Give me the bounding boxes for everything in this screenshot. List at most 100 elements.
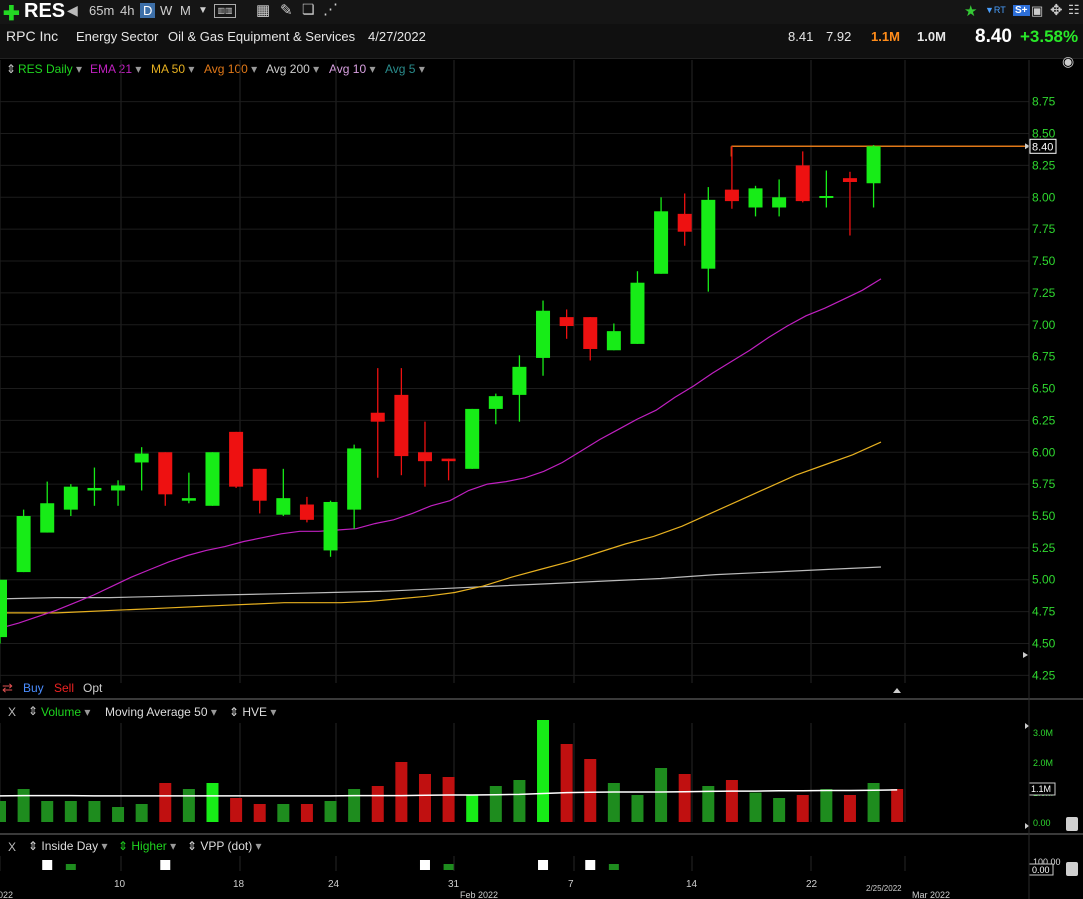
candle-body-28	[654, 211, 669, 274]
volume-bar-2	[41, 801, 54, 822]
candle-2	[40, 481, 55, 533]
volume-bar-0	[0, 801, 6, 822]
volume-bar-9	[206, 783, 219, 822]
candle-body-14	[323, 501, 338, 551]
candle-body-22	[512, 366, 527, 395]
volume-bar-32	[749, 792, 762, 822]
candle-body-23	[536, 310, 551, 358]
volume-bar-27	[631, 795, 644, 822]
vpp-label: VPP (dot)	[200, 839, 253, 853]
date-label-4: 31	[448, 879, 460, 890]
volume-bar-10	[230, 798, 243, 822]
inside-day-marker-4	[585, 860, 596, 870]
candle-body-1	[16, 515, 31, 573]
price-chart[interactable]: 8.75 8.50 8.25 8.00 7.75 7.50 7.25 7.00 6.75 6.50…	[0, 0, 1083, 899]
price-tick-13: 5.50	[1032, 509, 1056, 523]
price-tick-16: 4.75	[1032, 605, 1056, 619]
date-label-5: Feb 2022	[460, 890, 498, 899]
volume-bar-19	[442, 777, 455, 822]
volume-bar-24	[560, 744, 573, 822]
candle-body-10	[229, 431, 244, 487]
volume-bar-33	[773, 798, 786, 822]
volume-bar-22	[513, 780, 526, 822]
volume-handle-icon[interactable]: ⇕	[28, 704, 38, 718]
volume-bar-38	[891, 789, 904, 822]
volume-legend[interactable]: Volume ▾	[41, 705, 90, 719]
candle-20	[465, 408, 480, 469]
date-label-10: Mar 2022	[912, 890, 950, 899]
volume-bot-marker	[1025, 823, 1029, 829]
date-label-1: 10	[114, 879, 126, 890]
volume-panel-close[interactable]: X	[8, 705, 16, 719]
price-tick-2: 8.25	[1032, 158, 1056, 172]
candle-4	[87, 467, 102, 506]
candle-32	[748, 185, 763, 217]
ma50-polyline	[0, 441, 882, 614]
vpp-legend[interactable]: ⇕ VPP (dot) ▾	[187, 839, 262, 853]
price-tick-14: 5.25	[1032, 541, 1056, 555]
candle-25	[583, 317, 598, 361]
price-tick-3: 8.00	[1032, 190, 1056, 204]
date-label-6: 7	[568, 879, 574, 890]
candle-body-18	[417, 452, 432, 462]
volume-tick-0: 3.0M	[1033, 728, 1053, 738]
sell-button[interactable]: Sell	[54, 681, 74, 695]
volume-bar-4	[88, 801, 101, 822]
volume-ma-legend[interactable]: Moving Average 50 ▾	[105, 705, 217, 719]
candle-31	[724, 146, 739, 209]
indicator-markers: 100.000.00	[42, 857, 1078, 876]
volume-bar-12	[277, 804, 290, 822]
volume-bar-5	[112, 807, 125, 822]
inside-day-legend[interactable]: ⇕ Inside Day ▾	[28, 839, 107, 853]
volume-bar-13	[300, 804, 313, 822]
volume-bar-7	[159, 783, 172, 822]
higher-marker-0	[65, 864, 76, 870]
volume-bar-17	[395, 762, 408, 822]
higher-legend[interactable]: ⇕ Higher ▾	[118, 839, 176, 853]
candle-body-4	[87, 487, 102, 491]
volume-tick-1: 2.0M	[1033, 758, 1053, 768]
ind-tick-1: 0.00	[1032, 865, 1050, 875]
candle-body-3	[63, 486, 78, 510]
candle-body-24	[559, 317, 574, 327]
date-label-8: 22	[806, 879, 818, 890]
date-label-2: 18	[233, 879, 245, 890]
volume-bar-18	[418, 774, 431, 822]
price-tick-15: 5.00	[1032, 573, 1056, 587]
candle-body-33	[772, 197, 787, 208]
ind-panel-close[interactable]: X	[8, 840, 16, 854]
volume-ma-label: Moving Average 50	[105, 705, 208, 719]
volume-scroll-handle	[1066, 817, 1078, 831]
candle-14	[323, 500, 338, 557]
inside-day-marker-2	[419, 860, 430, 870]
candle-body-26	[606, 331, 621, 351]
candle-22	[512, 355, 527, 422]
candle-21	[488, 393, 503, 425]
price-axis: 8.75 8.50 8.25 8.00 7.75 7.50 7.25 7.00 6.75 6.50…	[893, 95, 1057, 693]
candle-body-17	[394, 394, 409, 457]
candle-body-9	[205, 452, 220, 506]
trade-icon[interactable]: ⇄	[2, 680, 13, 696]
candle-0	[0, 579, 7, 644]
volume-bar-28	[655, 768, 668, 822]
candle-body-2	[40, 503, 55, 533]
candle-body-31	[724, 189, 739, 202]
volume-bar-6	[135, 804, 148, 822]
candle-33	[772, 179, 787, 217]
buy-button[interactable]: Buy	[23, 681, 44, 695]
candle-body-12	[276, 498, 291, 515]
candle-body-0	[0, 579, 7, 638]
candle-body-11	[252, 468, 267, 501]
ind-scroll-handle	[1066, 862, 1078, 876]
price-tick-4: 7.75	[1032, 222, 1056, 236]
hve-label: HVE	[242, 705, 268, 719]
candle-1	[16, 509, 31, 573]
candle-16	[370, 368, 385, 478]
volume-bar-20	[466, 795, 479, 822]
price-tick-1: 8.50	[1032, 127, 1056, 141]
candle-body-29	[677, 213, 692, 232]
current-bar-marker	[893, 688, 901, 693]
hve-legend[interactable]: ⇕ HVE ▾	[229, 705, 276, 719]
options-button[interactable]: Opt	[83, 681, 102, 695]
candle-18	[417, 421, 432, 487]
